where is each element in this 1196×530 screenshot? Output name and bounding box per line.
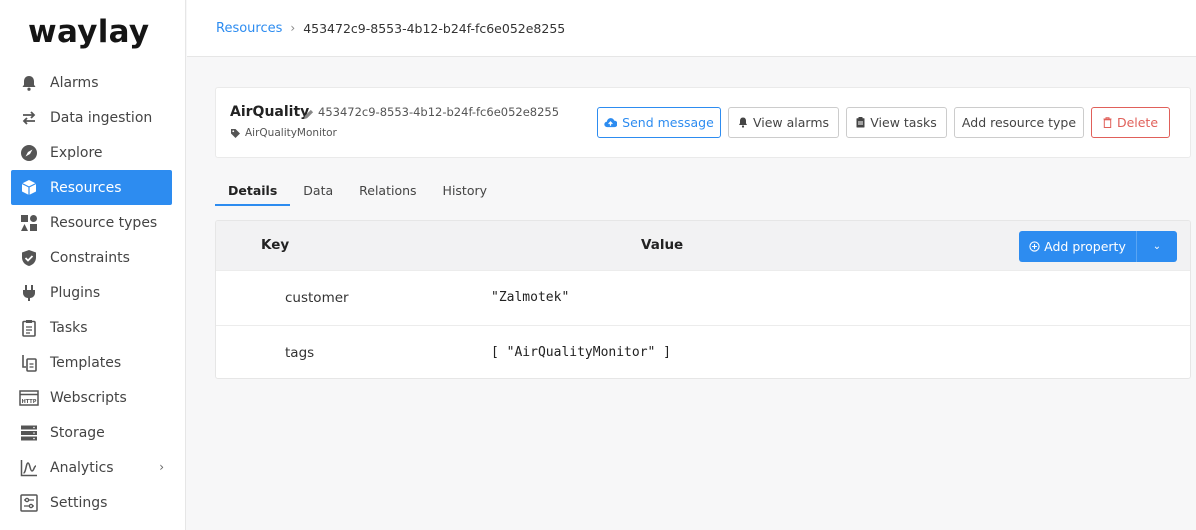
column-header-value: Value [641,237,684,253]
sidebar-item-label: Data ingestion [50,109,153,126]
compass-icon [19,143,39,163]
sidebar-item-data-ingestion[interactable]: Data ingestion [11,100,172,135]
cubes-icon [19,178,39,198]
sidebar-item-analytics[interactable]: Analytics › [11,450,172,485]
bell-icon [738,117,747,128]
add-property-button[interactable]: Add property [1019,231,1137,262]
property-value[interactable]: [ "AirQualityMonitor" ] [491,345,671,360]
sidebar-item-label: Storage [50,424,105,441]
trash-icon [1103,117,1112,128]
add-property-button-group: Add property ⌄ [1019,231,1177,262]
breadcrumb: Resources › 453472c9-8553-4b12-b24f-fc6e… [187,0,1196,57]
add-resource-type-button[interactable]: Add resource type [954,107,1084,138]
sidebar-item-constraints[interactable]: Constraints [11,240,172,275]
sidebar-item-label: Constraints [50,249,130,266]
chart-icon [19,458,39,478]
logo[interactable]: waylay [28,14,149,50]
add-property-dropdown[interactable]: ⌄ [1137,231,1177,262]
sidebar-item-alarms[interactable]: Alarms [11,65,172,100]
sidebar-item-plugins[interactable]: Plugins [11,275,172,310]
resource-tag-label: AirQualityMonitor [245,127,337,139]
sidebar-item-label: Tasks [50,319,88,336]
table-row: tags [ "AirQualityMonitor" ] [216,325,1190,378]
table-row: customer "Zalmotek" [216,270,1190,325]
cloud-upload-icon [604,118,618,128]
sidebar: waylay Alarms Data ingestion Explore Res… [0,0,186,530]
sidebar-item-settings[interactable]: Settings [11,485,172,520]
sidebar-item-label: Plugins [50,284,101,301]
shield-check-icon [19,248,39,268]
sidebar-item-label: Settings [50,494,108,511]
shapes-icon [19,213,39,233]
sidebar-item-label: Resource types [50,214,158,231]
sidebar-item-label: Explore [50,144,103,161]
send-message-button[interactable]: Send message [597,107,721,138]
view-tasks-label: View tasks [870,115,937,130]
tab-details[interactable]: Details [215,175,291,206]
column-header-key: Key [261,237,290,253]
storage-icon [19,423,39,443]
template-icon [19,353,39,373]
view-alarms-label: View alarms [752,115,830,130]
sidebar-item-label: Alarms [50,74,99,91]
view-tasks-button[interactable]: View tasks [846,107,947,138]
sidebar-nav: Alarms Data ingestion Explore Resources … [11,65,172,520]
sliders-icon [19,493,39,513]
sidebar-item-resources[interactable]: Resources [11,170,172,205]
resource-id: 453472c9-8553-4b12-b24f-fc6e052e8255 [318,105,560,119]
svg-text:HTTP: HTTP [22,399,37,405]
breadcrumb-current: 453472c9-8553-4b12-b24f-fc6e052e8255 [303,20,566,36]
breadcrumb-separator: › [290,21,296,35]
property-value[interactable]: "Zalmotek" [491,290,569,305]
add-resource-type-label: Add resource type [961,115,1077,130]
sidebar-item-label: Webscripts [50,389,127,406]
clipboard-icon [19,318,39,338]
chevron-right-icon[interactable]: › [159,460,164,474]
add-property-label: Add property [1044,239,1126,254]
sidebar-item-storage[interactable]: Storage [11,415,172,450]
send-message-label: Send message [622,115,714,130]
sidebar-item-templates[interactable]: Templates [11,345,172,380]
tag-icon [231,128,240,138]
delete-button[interactable]: Delete [1091,107,1170,138]
resource-header-card: AirQuality 453472c9-8553-4b12-b24f-fc6e0… [215,87,1191,158]
resource-name: AirQuality [230,104,310,120]
bell-icon [19,73,39,93]
resource-tag: AirQualityMonitor [231,127,337,139]
tab-relations[interactable]: Relations [346,175,429,206]
chevron-down-icon: ⌄ [1152,241,1162,252]
sidebar-item-label: Analytics [50,459,114,476]
sidebar-item-label: Resources [50,179,122,196]
sidebar-item-webscripts[interactable]: HTTP Webscripts [11,380,172,415]
detail-tabs: Details Data Relations History [215,175,500,206]
sidebar-item-label: Templates [50,354,122,371]
property-key: tags [285,345,315,361]
clipboard-icon [856,117,865,128]
plug-icon [19,283,39,303]
tab-history[interactable]: History [430,175,500,206]
arrows-left-right-icon [19,108,39,128]
sidebar-item-tasks[interactable]: Tasks [11,310,172,345]
delete-label: Delete [1116,115,1159,130]
pencil-icon[interactable] [303,105,314,124]
tab-data[interactable]: Data [290,175,346,206]
property-key: customer [285,290,349,306]
view-alarms-button[interactable]: View alarms [728,107,839,138]
properties-table: Key Value Add property ⌄ customer "Zalmo… [215,220,1191,379]
http-window-icon: HTTP [19,388,39,408]
breadcrumb-root-link[interactable]: Resources [216,21,282,36]
sidebar-item-explore[interactable]: Explore [11,135,172,170]
table-header: Key Value Add property ⌄ [216,221,1190,270]
sidebar-item-resource-types[interactable]: Resource types [11,205,172,240]
plus-circle-icon [1029,241,1040,252]
